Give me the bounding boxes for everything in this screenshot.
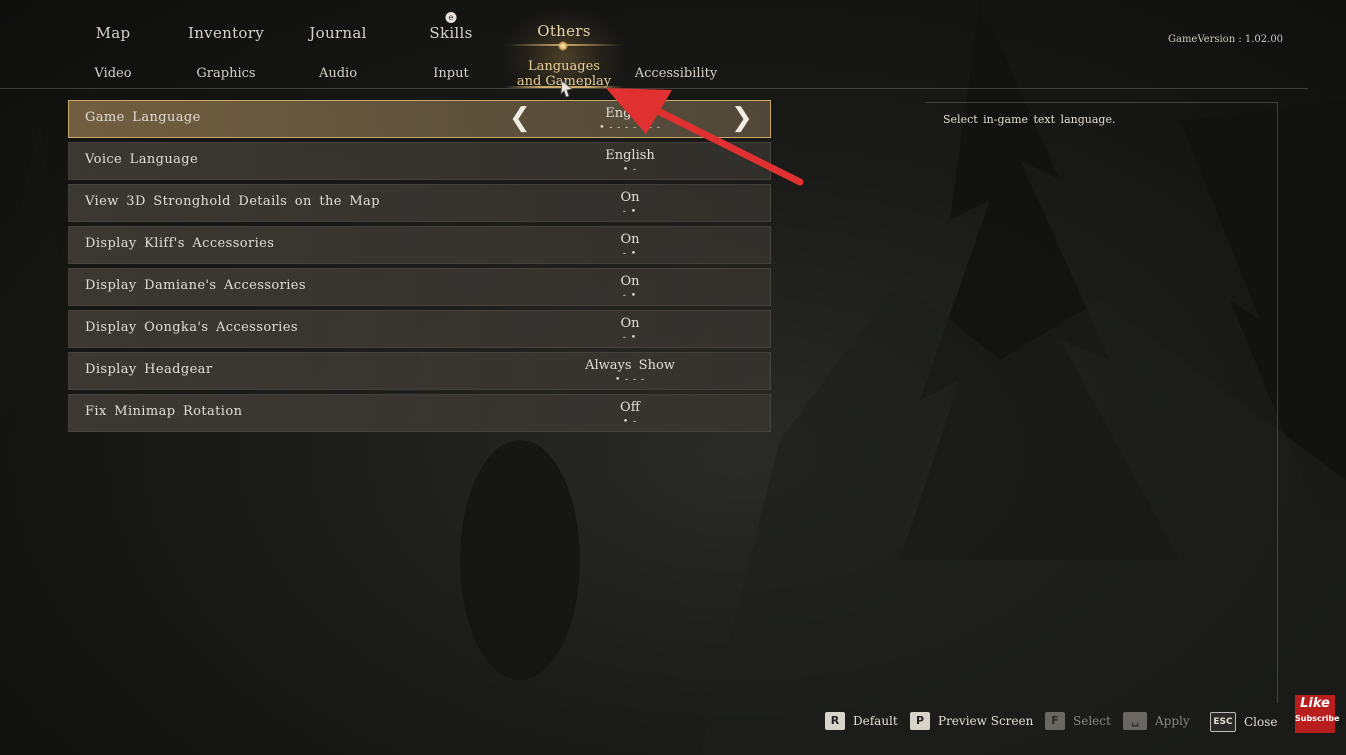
setting-label: Display Oongka's Accessories bbox=[85, 320, 298, 335]
setting-label: Display Kliff's Accessories bbox=[85, 236, 275, 251]
subtab-accessibility[interactable]: Accessibility bbox=[635, 66, 718, 81]
spacebar-key-icon: ␣ bbox=[1123, 712, 1147, 730]
setting-row-oongka-accessories[interactable]: Display Oongka's Accessories On - • bbox=[68, 310, 771, 348]
option-dots: - • bbox=[622, 207, 638, 217]
default-button[interactable]: R Default bbox=[825, 712, 898, 730]
setting-row-voice-language[interactable]: Voice Language English • - bbox=[68, 142, 771, 180]
option-dots: - • bbox=[622, 291, 638, 301]
setting-label: Voice Language bbox=[85, 152, 199, 167]
setting-row-damiane-accessories[interactable]: Display Damiane's Accessories On - • bbox=[68, 268, 771, 306]
select-label: Select bbox=[1073, 714, 1111, 728]
preview-screen-button[interactable]: P Preview Screen bbox=[910, 712, 1033, 730]
subtab-audio[interactable]: Audio bbox=[319, 66, 357, 81]
select-button[interactable]: F Select bbox=[1045, 712, 1111, 730]
r-key-icon: R bbox=[825, 712, 845, 730]
setting-row-game-language[interactable]: Game Language ❮ English • - - - - - - - … bbox=[68, 100, 771, 138]
setting-label: Display Headgear bbox=[85, 362, 213, 377]
mouse-cursor-icon bbox=[560, 80, 573, 98]
subscribe-text: Subscribe bbox=[1295, 714, 1340, 723]
option-dots: - • bbox=[622, 333, 638, 343]
setting-value: On bbox=[620, 232, 640, 247]
game-version: GameVersion : 1.02.00 bbox=[1168, 34, 1284, 45]
description-panel: Select in-game text language. bbox=[925, 102, 1278, 703]
setting-value: English bbox=[605, 148, 655, 163]
arrow-left-icon[interactable]: ❮ bbox=[509, 105, 531, 131]
option-dots: • - bbox=[622, 165, 638, 175]
description-divider bbox=[910, 88, 1308, 89]
option-dots: • - - - - - - - bbox=[599, 123, 661, 133]
like-text: Like bbox=[1300, 696, 1330, 711]
setting-row-fix-minimap-rotation[interactable]: Fix Minimap Rotation Off • - bbox=[68, 394, 771, 432]
subtab-graphics[interactable]: Graphics bbox=[196, 66, 255, 81]
setting-value: Off bbox=[620, 400, 640, 415]
description-text: Select in-game text language. bbox=[943, 113, 1116, 126]
tab-others[interactable]: Others bbox=[537, 22, 591, 40]
close-label: Close bbox=[1244, 715, 1278, 729]
apply-label: Apply bbox=[1155, 714, 1190, 728]
option-dots: • - - - bbox=[614, 375, 646, 385]
p-key-icon: P bbox=[910, 712, 930, 730]
setting-value: On bbox=[620, 190, 640, 205]
setting-row-view-3d-stronghold[interactable]: View 3D Stronghold Details on the Map On… bbox=[68, 184, 771, 222]
tab-inventory[interactable]: Inventory bbox=[188, 24, 264, 42]
footer-hints: R Default P Preview Screen F Select ␣ Ap… bbox=[0, 712, 1290, 736]
esc-key-icon: ESC bbox=[1210, 712, 1236, 732]
setting-label: View 3D Stronghold Details on the Map bbox=[85, 194, 380, 209]
option-dots: - • bbox=[622, 249, 638, 259]
tab-journal[interactable]: Journal bbox=[309, 24, 366, 42]
setting-value: English bbox=[605, 106, 655, 121]
tab-skills[interactable]: Skills bbox=[429, 24, 472, 42]
like-subscribe-badge: Like Subscribe bbox=[1295, 695, 1340, 733]
setting-row-display-headgear[interactable]: Display Headgear Always Show • - - - bbox=[68, 352, 771, 390]
setting-label: Fix Minimap Rotation bbox=[85, 404, 243, 419]
nav-divider bbox=[0, 88, 910, 89]
setting-value: On bbox=[620, 316, 640, 331]
apply-button[interactable]: ␣ Apply bbox=[1123, 712, 1190, 730]
active-tab-indicator bbox=[558, 41, 568, 51]
close-button[interactable]: ESC Close bbox=[1210, 712, 1278, 732]
option-dots: • - bbox=[622, 417, 638, 427]
setting-label: Display Damiane's Accessories bbox=[85, 278, 306, 293]
setting-row-kliff-accessories[interactable]: Display Kliff's Accessories On - • bbox=[68, 226, 771, 264]
tab-map[interactable]: Map bbox=[96, 24, 131, 42]
top-navigation: Map Inventory Journal e Skills Others Vi… bbox=[0, 0, 1346, 90]
f-key-icon: F bbox=[1045, 712, 1065, 730]
arrow-right-icon[interactable]: ❯ bbox=[731, 105, 753, 131]
default-label: Default bbox=[853, 714, 898, 728]
setting-value: On bbox=[620, 274, 640, 289]
preview-screen-label: Preview Screen bbox=[938, 714, 1034, 728]
skills-notification-icon: e bbox=[445, 12, 457, 23]
settings-list: Game Language ❮ English • - - - - - - - … bbox=[68, 100, 771, 436]
setting-label: Game Language bbox=[85, 110, 201, 125]
setting-value: Always Show bbox=[585, 358, 675, 373]
subtab-input[interactable]: Input bbox=[433, 66, 468, 81]
subtab-video[interactable]: Video bbox=[94, 66, 131, 81]
